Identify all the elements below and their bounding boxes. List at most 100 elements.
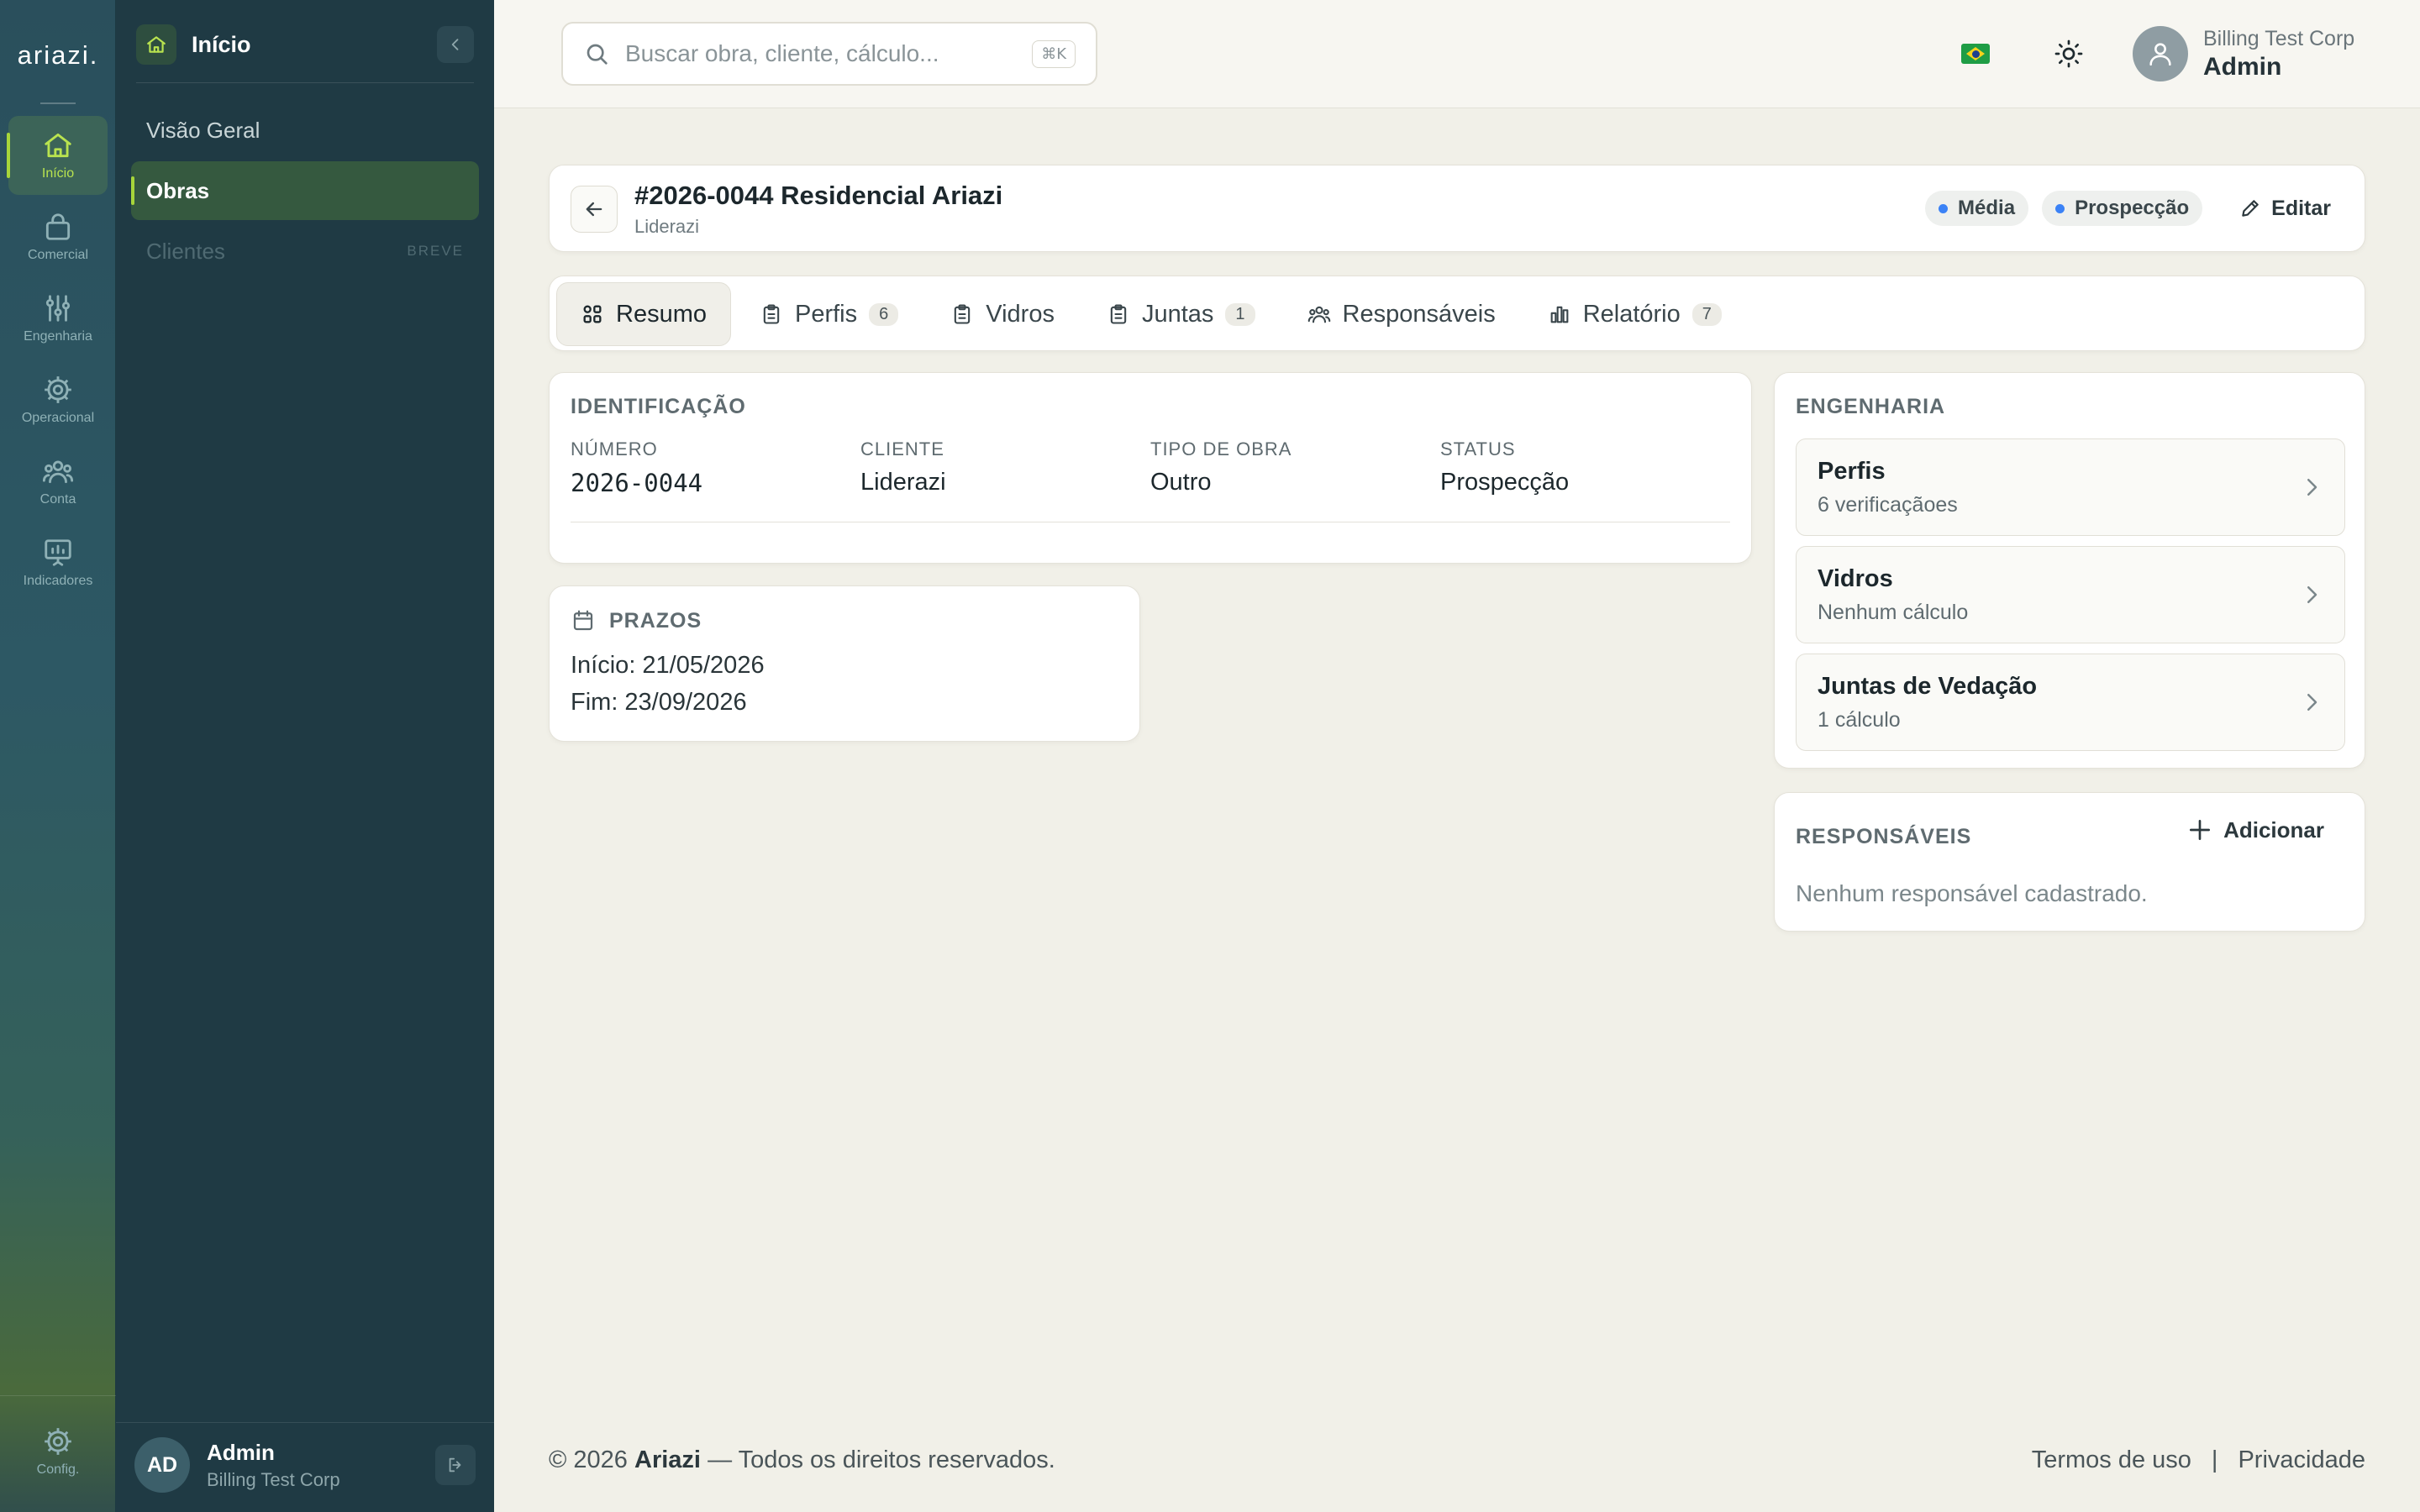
engineering-item-subtitle: 1 cálculo	[1818, 708, 1901, 732]
sidebar-user-divider	[116, 1422, 494, 1423]
footer-brand: Ariazi	[634, 1446, 701, 1473]
header-actions: Média Prospecção Editar	[1925, 191, 2331, 226]
rail-item-inicio[interactable]: Início	[7, 116, 108, 195]
user-avatar	[2133, 26, 2188, 81]
field-tipo-de-obra: TIPO DE OBRA Outro	[1150, 438, 1440, 497]
page-title: #2026-0044 Residencial Ariazi	[634, 181, 1003, 210]
rail-item-label: Comercial	[27, 248, 88, 262]
engineering-item-subtitle: Nenhum cálculo	[1818, 601, 1969, 624]
tab-bar: Resumo Perfis 6 Vidros Juntas 1 Responsá…	[556, 282, 1745, 346]
deadlines-header: PRAZOS	[571, 608, 702, 633]
sidebar-item-label: Clientes	[146, 238, 225, 264]
home-icon	[147, 36, 166, 53]
deadlines-title: PRAZOS	[609, 608, 702, 633]
tab-count-badge: 6	[869, 302, 899, 326]
field-label: NÚMERO	[571, 438, 658, 459]
user-menu[interactable]: Billing Test Corp Admin	[2133, 24, 2354, 84]
user-name: Admin	[2203, 52, 2282, 81]
brazil-flag-icon	[1966, 47, 1985, 60]
rail-item-label: Indicadores	[23, 574, 93, 588]
tab-label: Relatório	[1582, 300, 1681, 328]
copyright-year: © 2026	[549, 1446, 628, 1473]
footer-links: Termos de uso | Privacidade	[2032, 1446, 2365, 1474]
tab-responsaveis[interactable]: Responsáveis	[1284, 282, 1519, 346]
rail-item-config[interactable]: Config.	[8, 1413, 108, 1490]
status-dot	[1939, 203, 1949, 213]
tab-count-badge: 1	[1225, 302, 1255, 326]
sidebar-header: Início	[136, 24, 474, 66]
gear-icon	[45, 376, 71, 403]
rail-item-engenharia[interactable]: Engenharia	[8, 279, 108, 358]
tab-label: Vidros	[986, 300, 1055, 328]
back-button[interactable]	[571, 186, 618, 233]
sidebar-item-clientes: Clientes BREVE	[131, 222, 479, 281]
responsibles-empty-state: Nenhum responsável cadastrado.	[1796, 880, 2148, 906]
chevron-left-icon	[451, 39, 459, 50]
identification-card: Identificação NÚMERO 2026-0044 CLIENTE L…	[549, 372, 1752, 564]
sidebar: Início Visão Geral Obras Clientes BREVE …	[116, 0, 494, 1512]
tab-perfis[interactable]: Perfis 6	[736, 282, 922, 346]
language-flag-button[interactable]	[1961, 44, 1990, 64]
privacy-link[interactable]: Privacidade	[2238, 1446, 2365, 1474]
sidebar-user-org: Billing Test Corp	[207, 1468, 340, 1490]
engineering-item-vidros[interactable]: Vidros Nenhum cálculo	[1796, 546, 2345, 643]
rail-item-comercial[interactable]: Comercial	[8, 197, 108, 276]
rail-divider	[0, 1395, 116, 1396]
add-label: Adicionar	[2223, 816, 2324, 843]
plus-icon	[2190, 820, 2211, 840]
logout-button[interactable]	[435, 1445, 476, 1485]
field-status: STATUS Prospecção	[1440, 438, 1730, 497]
rail-item-conta[interactable]: Conta	[8, 442, 108, 521]
field-label: TIPO DE OBRA	[1150, 438, 1292, 459]
tab-juntas[interactable]: Juntas 1	[1083, 282, 1279, 346]
tab-label: Juntas	[1141, 300, 1214, 328]
add-responsible-button[interactable]: Adicionar	[2186, 816, 2324, 843]
rail-item-indicadores[interactable]: Indicadores	[8, 523, 108, 602]
start-date: Início: 21/05/2026	[571, 652, 765, 679]
logout-icon	[449, 1457, 461, 1473]
engineering-item-title: Perfis	[1818, 458, 1886, 485]
engineering-card: Engenharia Perfis 6 verificaçãoes Vidros…	[1774, 372, 2365, 769]
identification-title: Identificação	[571, 395, 746, 418]
field-value: Prospecção	[1440, 469, 1570, 496]
responsibles-title: Responsáveis	[1796, 825, 1972, 848]
responsibles-card: Responsáveis Adicionar Nenhum responsáve…	[1774, 792, 2365, 932]
rail-item-label: Início	[41, 166, 75, 181]
tab-resumo[interactable]: Resumo	[556, 282, 731, 346]
engineering-item-title: Juntas de Vedação	[1818, 673, 2038, 700]
sidebar-user: AD Admin Billing Test Corp	[134, 1436, 476, 1494]
edit-button[interactable]: Editar	[2239, 197, 2331, 221]
tab-relatorio[interactable]: Relatório 7	[1524, 282, 1745, 346]
priority-badge: Média	[1925, 191, 2029, 226]
sliders-icon	[45, 295, 71, 322]
identification-fields: NÚMERO 2026-0044 CLIENTE Liderazi TIPO D…	[571, 438, 1730, 497]
tab-vidros[interactable]: Vidros	[927, 282, 1078, 346]
sidebar-item-visao-geral[interactable]: Visão Geral	[131, 101, 479, 160]
users-icon	[1307, 306, 1330, 323]
topbar: ⌘K Billing Test Corp Admin	[494, 0, 2420, 108]
terms-link[interactable]: Termos de uso	[2032, 1446, 2191, 1474]
sidebar-item-obras[interactable]: Obras	[131, 161, 479, 220]
collapse-sidebar-button[interactable]	[437, 26, 474, 63]
page-subtitle: Liderazi	[634, 216, 700, 237]
tab-label: Resumo	[616, 300, 707, 328]
sun-icon	[2054, 39, 2083, 68]
tab-label: Responsáveis	[1342, 300, 1496, 328]
field-label: STATUS	[1440, 438, 1516, 459]
status-dot	[2055, 203, 2065, 213]
user-menu-text: Billing Test Corp Admin	[2203, 27, 2354, 81]
presentation-icon	[45, 539, 71, 566]
engineering-item-perfis[interactable]: Perfis 6 verificaçãoes	[1796, 438, 2345, 536]
deadlines-card: PRAZOS Início: 21/05/2026 Fim: 23/09/202…	[549, 585, 1140, 742]
rail-item-operacional[interactable]: Operacional	[8, 360, 108, 439]
engineering-item-title: Vidros	[1818, 565, 1893, 592]
theme-toggle-button[interactable]	[2050, 35, 2087, 72]
calendar-icon	[573, 610, 593, 631]
engineering-item-juntas[interactable]: Juntas de Vedação 1 cálculo	[1796, 654, 2345, 751]
footer-copyright: © 2026 Ariazi — Todos os direitos reserv…	[549, 1446, 1055, 1474]
footer-rights: — Todos os direitos reservados.	[708, 1446, 1055, 1473]
grid-icon	[583, 305, 602, 323]
search-box[interactable]: ⌘K	[561, 22, 1097, 86]
chevron-right-icon	[2307, 479, 2317, 496]
search-input[interactable]	[625, 40, 995, 67]
